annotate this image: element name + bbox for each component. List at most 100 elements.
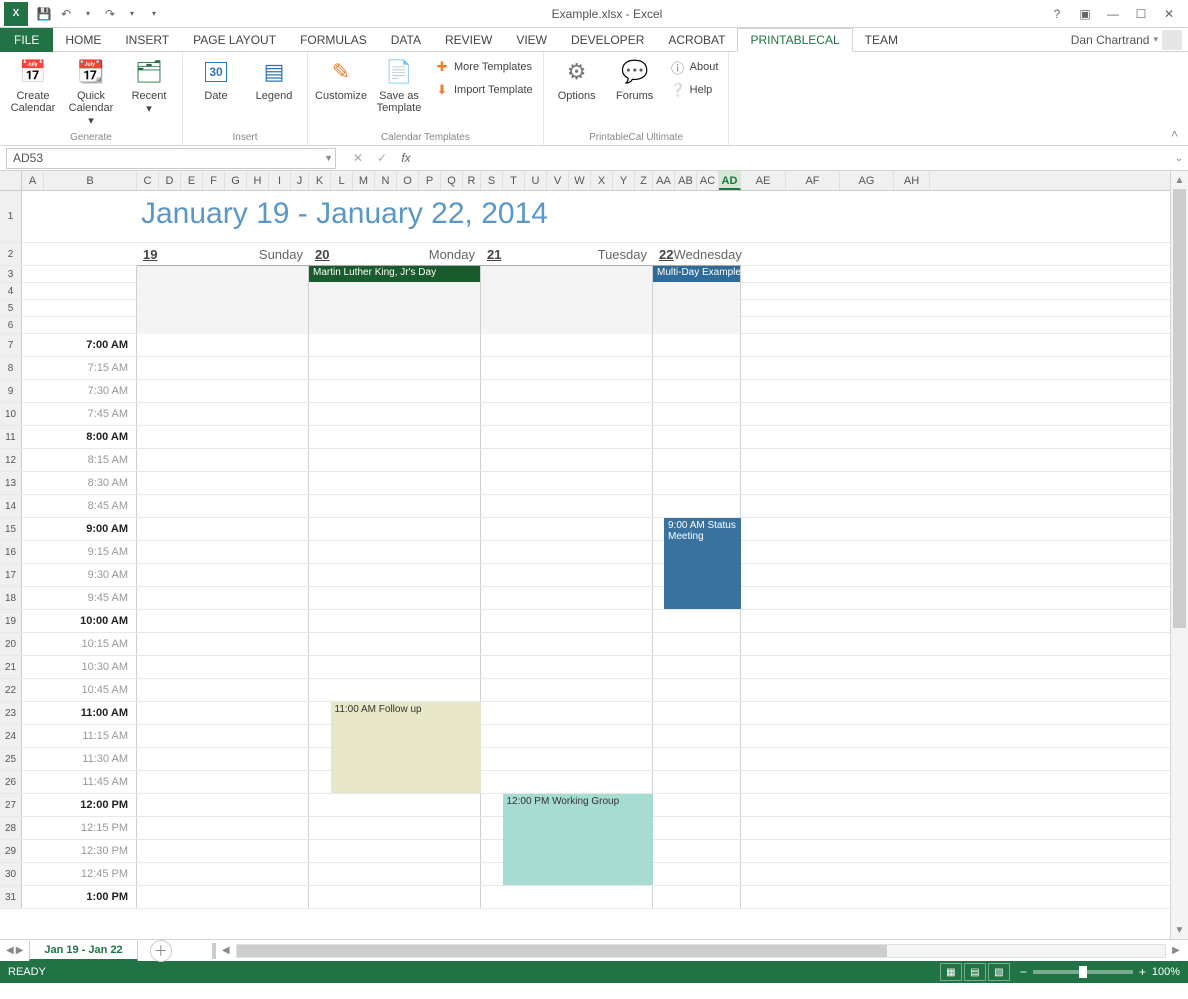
allday-event[interactable]: Martin Luther King, Jr's Day bbox=[309, 266, 480, 282]
page-break-view-button[interactable]: ▧ bbox=[988, 963, 1010, 981]
collapse-ribbon-icon[interactable]: ˄ bbox=[1171, 127, 1178, 141]
row-header-7[interactable]: 7 bbox=[0, 334, 22, 356]
page-layout-view-button[interactable]: ▤ bbox=[964, 963, 986, 981]
row-header-1[interactable]: 1 bbox=[0, 191, 22, 242]
col-header-AC[interactable]: AC bbox=[697, 171, 719, 190]
file-tab[interactable]: FILE bbox=[0, 28, 53, 52]
time-slot[interactable] bbox=[309, 794, 481, 816]
time-slot[interactable] bbox=[653, 472, 741, 494]
zoom-level[interactable]: 100% bbox=[1152, 966, 1180, 978]
row-header-19[interactable]: 19 bbox=[0, 610, 22, 632]
formula-cancel-button[interactable]: ✕ bbox=[346, 148, 370, 169]
user-dropdown-icon[interactable]: ▾ bbox=[1153, 34, 1158, 45]
recent-button[interactable]: 🗂Recent▾ bbox=[122, 54, 176, 115]
tab-printablecal[interactable]: PRINTABLECAL bbox=[737, 28, 852, 52]
time-slot[interactable] bbox=[309, 840, 481, 862]
time-slot[interactable] bbox=[653, 817, 741, 839]
time-slot[interactable] bbox=[137, 863, 309, 885]
time-slot[interactable] bbox=[653, 610, 741, 632]
time-slot[interactable] bbox=[137, 748, 309, 770]
allday-cell[interactable] bbox=[481, 266, 653, 283]
col-header-AD[interactable]: AD bbox=[719, 171, 741, 190]
allday-cell[interactable] bbox=[309, 317, 481, 334]
normal-view-button[interactable]: ▦ bbox=[940, 963, 962, 981]
col-header-W[interactable]: W bbox=[569, 171, 591, 190]
time-slot[interactable] bbox=[481, 449, 653, 471]
row-header-25[interactable]: 25 bbox=[0, 748, 22, 770]
row-header-24[interactable]: 24 bbox=[0, 725, 22, 747]
time-slot[interactable] bbox=[481, 472, 653, 494]
tab-formulas[interactable]: FORMULAS bbox=[288, 28, 379, 52]
col-header-K[interactable]: K bbox=[309, 171, 331, 190]
row-header-2[interactable]: 2 bbox=[0, 243, 22, 265]
scroll-up-icon[interactable]: ▲ bbox=[1171, 171, 1188, 189]
row-header-13[interactable]: 13 bbox=[0, 472, 22, 494]
calendar-event[interactable]: 11:00 AM Follow up bbox=[331, 702, 482, 793]
time-slot[interactable] bbox=[137, 610, 309, 632]
hscroll-splitter[interactable] bbox=[212, 943, 216, 959]
time-slot[interactable] bbox=[653, 449, 741, 471]
row-header-8[interactable]: 8 bbox=[0, 357, 22, 379]
time-slot[interactable] bbox=[309, 449, 481, 471]
tab-team[interactable]: TEAM bbox=[853, 28, 910, 52]
about-button[interactable]: ⓘAbout bbox=[666, 56, 723, 78]
time-slot[interactable] bbox=[137, 449, 309, 471]
time-slot[interactable] bbox=[309, 472, 481, 494]
time-slot[interactable] bbox=[137, 886, 309, 908]
col-header-I[interactable]: I bbox=[269, 171, 291, 190]
col-header-O[interactable]: O bbox=[397, 171, 419, 190]
allday-cell[interactable] bbox=[137, 300, 309, 317]
scroll-left-icon[interactable]: ◀ bbox=[218, 943, 234, 959]
col-header-N[interactable]: N bbox=[375, 171, 397, 190]
hscroll-track[interactable] bbox=[236, 944, 1166, 958]
ribbon-display-options[interactable]: ▣ bbox=[1072, 4, 1098, 24]
undo-button[interactable]: ↶ bbox=[56, 4, 76, 24]
time-slot[interactable] bbox=[481, 564, 653, 586]
vertical-scrollbar[interactable]: ▲ ▼ bbox=[1170, 171, 1188, 939]
calendar-event[interactable]: 9:00 AM Status Meeting bbox=[664, 518, 741, 609]
select-all-cell[interactable] bbox=[0, 171, 22, 190]
tab-page-layout[interactable]: PAGE LAYOUT bbox=[181, 28, 288, 52]
time-slot[interactable] bbox=[137, 403, 309, 425]
zoom-thumb[interactable] bbox=[1079, 966, 1087, 978]
time-slot[interactable] bbox=[481, 610, 653, 632]
close-button[interactable]: ✕ bbox=[1156, 4, 1182, 24]
time-slot[interactable] bbox=[309, 380, 481, 402]
row-header-23[interactable]: 23 bbox=[0, 702, 22, 724]
hscroll-thumb[interactable] bbox=[237, 945, 887, 957]
redo-dropdown[interactable]: ▾ bbox=[122, 4, 142, 24]
time-slot[interactable] bbox=[481, 702, 653, 724]
col-header-AB[interactable]: AB bbox=[675, 171, 697, 190]
time-slot[interactable] bbox=[309, 403, 481, 425]
row-header-10[interactable]: 10 bbox=[0, 403, 22, 425]
col-header-H[interactable]: H bbox=[247, 171, 269, 190]
formula-accept-button[interactable]: ✓ bbox=[370, 148, 394, 169]
tab-developer[interactable]: DEVELOPER bbox=[559, 28, 656, 52]
row-header-28[interactable]: 28 bbox=[0, 817, 22, 839]
customize-button[interactable]: ✎Customize bbox=[314, 54, 368, 102]
row-header-20[interactable]: 20 bbox=[0, 633, 22, 655]
tab-insert[interactable]: INSERT bbox=[113, 28, 181, 52]
sheet-nav[interactable]: ◀ ▶ bbox=[0, 945, 29, 956]
save-as-template-button[interactable]: 📄Save asTemplate bbox=[372, 54, 426, 114]
time-slot[interactable] bbox=[481, 334, 653, 356]
time-slot[interactable] bbox=[481, 380, 653, 402]
time-slot[interactable] bbox=[137, 334, 309, 356]
row-header-9[interactable]: 9 bbox=[0, 380, 22, 402]
time-slot[interactable] bbox=[137, 495, 309, 517]
time-slot[interactable] bbox=[481, 426, 653, 448]
allday-cell[interactable] bbox=[137, 317, 309, 334]
zoom-in-button[interactable]: + bbox=[1139, 965, 1146, 979]
col-header-AF[interactable]: AF bbox=[786, 171, 840, 190]
row-header-3[interactable]: 3 bbox=[0, 266, 22, 282]
date-button[interactable]: 30Date bbox=[189, 54, 243, 102]
allday-cell[interactable]: Martin Luther King, Jr's Day bbox=[309, 266, 481, 283]
time-slot[interactable] bbox=[309, 886, 481, 908]
time-slot[interactable] bbox=[137, 794, 309, 816]
time-slot[interactable] bbox=[309, 656, 481, 678]
row-header-30[interactable]: 30 bbox=[0, 863, 22, 885]
col-header-AA[interactable]: AA bbox=[653, 171, 675, 190]
time-slot[interactable] bbox=[309, 357, 481, 379]
sheet-tab-active[interactable]: Jan 19 - Jan 22 bbox=[29, 941, 137, 961]
tab-data[interactable]: DATA bbox=[379, 28, 433, 52]
